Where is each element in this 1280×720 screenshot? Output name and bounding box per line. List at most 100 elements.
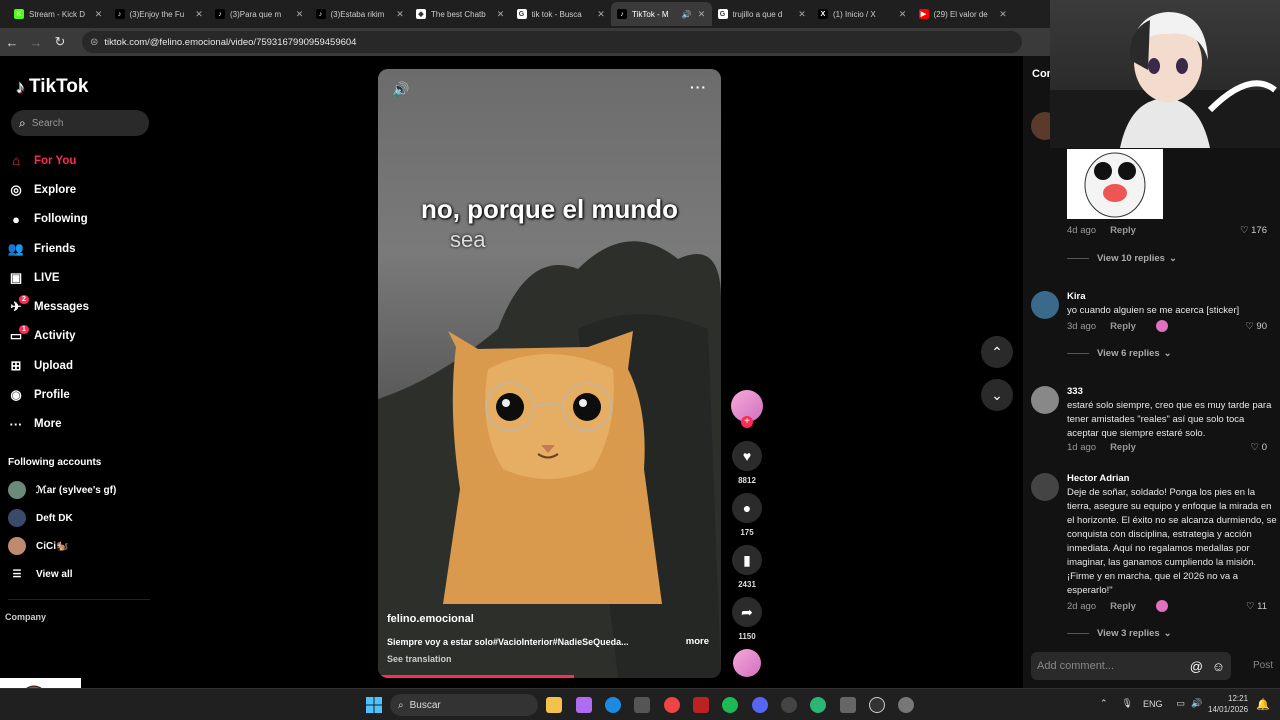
sidebar-item-for-you[interactable]: ⌂ For You xyxy=(8,146,89,175)
browser-tab[interactable]: Gtrujillo a que d ✕ xyxy=(712,2,813,26)
media-player-icon[interactable] xyxy=(869,697,885,713)
address-bar[interactable]: ⊜ tiktok.com/@felino.emocional/video/759… xyxy=(82,31,1022,53)
app-icon[interactable] xyxy=(840,697,856,713)
close-tab-icon[interactable]: ✕ xyxy=(997,9,1009,20)
close-tab-icon[interactable]: ✕ xyxy=(193,9,205,20)
comment-action[interactable]: ● 175 xyxy=(730,493,764,537)
close-tab-icon[interactable]: ✕ xyxy=(897,9,909,20)
reply-button[interactable]: Reply xyxy=(1110,225,1136,236)
copilot-icon[interactable] xyxy=(576,697,592,713)
browser-tab[interactable]: ♪ (3)Enjoy the Fu ✕ xyxy=(109,2,210,26)
following-account[interactable]: CiCi🐿️ xyxy=(8,532,116,560)
next-video-button[interactable]: ⌄ xyxy=(981,379,1013,411)
video-player[interactable]: 🔊 ··· no, porque el mundo sea felino.emo… xyxy=(378,69,721,678)
browser-tab[interactable]: ▶ (29) El valor de ✕ xyxy=(913,2,1014,26)
tiktok-logo[interactable]: ♪ TikTok xyxy=(16,76,88,98)
discord-icon[interactable] xyxy=(752,697,768,713)
follow-plus-icon[interactable]: + xyxy=(741,416,753,428)
view-replies-button[interactable]: View 10 replies ⌄ xyxy=(1067,253,1177,264)
post-button[interactable]: Post xyxy=(1253,660,1273,671)
browser-tab[interactable]: X (1) Inicio / X ✕ xyxy=(812,2,913,26)
close-tab-icon[interactable]: ✕ xyxy=(696,9,708,20)
browser-tab[interactable]: ♪ (3)Para que m ✕ xyxy=(209,2,310,26)
chrome-icon[interactable] xyxy=(664,697,680,713)
volume-icon[interactable]: 🔊 xyxy=(392,81,409,98)
commenter-avatar[interactable] xyxy=(1031,291,1059,319)
mention-icon[interactable]: @ xyxy=(1190,659,1203,674)
view-all-button[interactable]: ☰ View all xyxy=(8,560,116,588)
commenter-avatar[interactable] xyxy=(1031,473,1059,501)
view-replies-button[interactable]: View 6 replies ⌄ xyxy=(1067,348,1172,359)
back-button[interactable]: ← xyxy=(0,35,24,50)
comment-icon[interactable]: ● xyxy=(732,493,762,523)
more-options-icon[interactable]: ··· xyxy=(690,79,707,95)
heart-icon[interactable]: ♥ xyxy=(732,441,762,471)
microphone-icon[interactable]: 🎙 xyxy=(1122,698,1133,709)
like-action[interactable]: ♥ 8812 xyxy=(730,441,764,485)
video-author[interactable]: felino.emocional xyxy=(387,613,474,625)
bookmark-icon[interactable]: ▮ xyxy=(732,545,762,575)
share-action[interactable]: ➦ 1150 xyxy=(730,597,764,641)
sidebar-item-explore[interactable]: ◎ Explore xyxy=(8,175,89,204)
reply-button[interactable]: Reply xyxy=(1110,442,1136,453)
close-tab-icon[interactable]: ✕ xyxy=(93,9,105,20)
notification-icon[interactable]: 🔔 xyxy=(1256,698,1270,711)
following-account[interactable]: Deft DK xyxy=(8,504,116,532)
commenter-name[interactable]: Hector Adrian xyxy=(1067,473,1129,484)
browser-tab[interactable]: ◆ The best Chatb ✕ xyxy=(410,2,511,26)
close-tab-icon[interactable]: ✕ xyxy=(796,9,808,20)
emoji-icon[interactable]: ☺ xyxy=(1212,659,1225,674)
tab-audio-icon[interactable]: 🔊 xyxy=(682,10,692,19)
sidebar-item-activity[interactable]: ▭ Activity 1 xyxy=(8,322,89,351)
app-icon[interactable] xyxy=(693,697,709,713)
app-icon[interactable] xyxy=(781,697,797,713)
close-tab-icon[interactable]: ✕ xyxy=(294,9,306,20)
commenter-name[interactable]: 333 xyxy=(1067,386,1083,397)
sidebar-item-messages[interactable]: ✈ Messages 2 xyxy=(8,292,89,321)
sidebar-item-following[interactable]: ● Following xyxy=(8,205,89,234)
browser-tab[interactable]: ♪ TikTok - M 🔊 ✕ xyxy=(611,2,712,26)
sound-avatar[interactable] xyxy=(730,649,764,677)
sidebar-item-more[interactable]: ··· More xyxy=(8,410,89,439)
clock[interactable]: 12:21 14/01/2026 xyxy=(1208,693,1248,715)
reply-button[interactable]: Reply xyxy=(1110,601,1136,612)
browser-tab[interactable]: K Stream - Kick D ✕ xyxy=(8,2,109,26)
author-avatar[interactable]: + xyxy=(730,390,764,428)
language-indicator[interactable]: ENG xyxy=(1143,699,1163,709)
chevron-up-icon[interactable]: ⌃ xyxy=(1100,698,1108,709)
description-more-button[interactable]: more xyxy=(686,636,709,647)
save-action[interactable]: ▮ 2431 xyxy=(730,545,764,589)
sidebar-item-upload[interactable]: ⊞ Upload xyxy=(8,351,89,380)
site-info-icon[interactable]: ⊜ xyxy=(90,37,98,48)
previous-video-button[interactable]: ⌃ xyxy=(981,336,1013,368)
video-progress-bar[interactable] xyxy=(378,675,574,678)
search-input[interactable]: ⌕ Search xyxy=(11,110,149,136)
settings-gear-icon[interactable] xyxy=(898,697,914,713)
sidebar-item-friends[interactable]: 👥 Friends xyxy=(8,234,89,263)
spotify-icon[interactable] xyxy=(722,697,738,713)
share-icon[interactable]: ➦ xyxy=(732,597,762,627)
see-translation-link[interactable]: See translation xyxy=(387,654,452,664)
windows-start-icon[interactable] xyxy=(366,697,382,718)
forward-button[interactable]: → xyxy=(24,35,48,50)
following-account[interactable]: ℳar (sylvee's gf) xyxy=(8,476,116,504)
reload-button[interactable]: ↻ xyxy=(48,34,72,50)
close-tab-icon[interactable]: ✕ xyxy=(595,9,607,20)
taskbar-search[interactable]: ⌕ Buscar xyxy=(390,694,538,716)
add-comment-input[interactable]: Add comment... @ ☺ xyxy=(1031,652,1231,680)
file-explorer-icon[interactable] xyxy=(546,697,562,713)
sidebar-item-profile[interactable]: ◉ Profile xyxy=(8,380,89,409)
commenter-name[interactable]: Kira xyxy=(1067,291,1085,302)
store-icon[interactable] xyxy=(634,697,650,713)
comment-like[interactable]: ♡ 0 xyxy=(1251,442,1267,453)
comment-like[interactable]: ♡ 176 xyxy=(1240,225,1267,236)
app-icon[interactable] xyxy=(810,697,826,713)
edge-icon[interactable] xyxy=(605,697,621,713)
view-replies-button[interactable]: View 3 replies ⌄ xyxy=(1067,628,1172,639)
company-link[interactable]: Company xyxy=(5,612,46,622)
close-tab-icon[interactable]: ✕ xyxy=(495,9,507,20)
browser-tab[interactable]: ♪ (3)Estaba rikim ✕ xyxy=(310,2,411,26)
volume-icon[interactable]: 🔊 xyxy=(1191,698,1202,709)
commenter-avatar[interactable] xyxy=(1031,386,1059,414)
sidebar-item-live[interactable]: ▣ LIVE xyxy=(8,263,89,292)
